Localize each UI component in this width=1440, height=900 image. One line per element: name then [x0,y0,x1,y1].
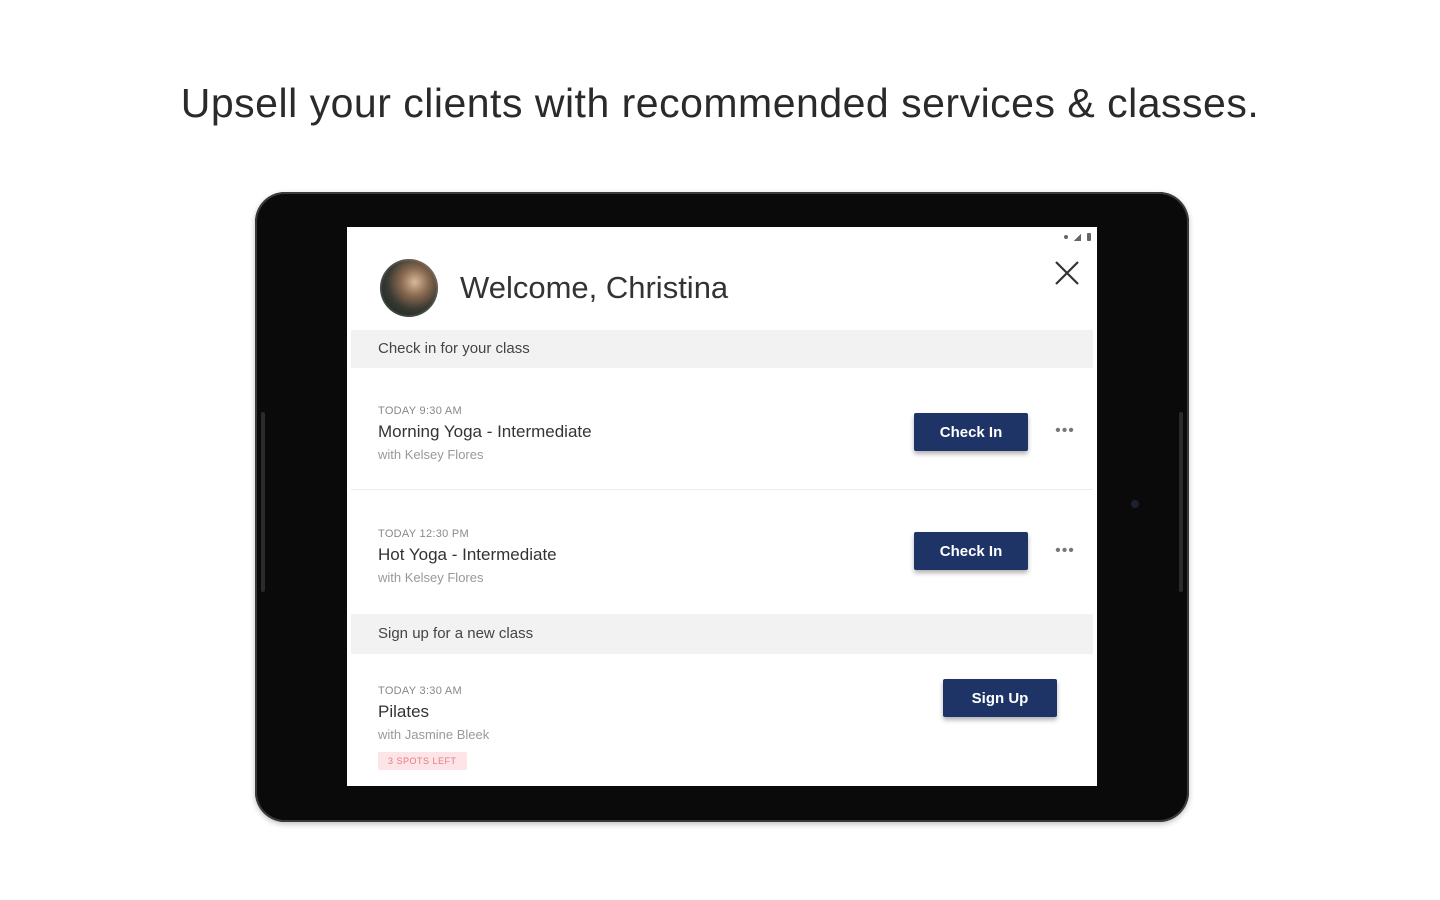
battery-icon [1087,233,1091,241]
class-item-morning-yoga: TODAY 9:30 AM Morning Yoga - Intermediat… [378,405,592,462]
class-time: TODAY 12:30 PM [378,528,470,540]
class-name: Morning Yoga - Intermediate [378,422,592,441]
status-dot-icon [1064,235,1068,239]
avatar[interactable] [380,259,438,317]
camera-dot [1131,500,1139,508]
close-button[interactable] [1051,257,1083,289]
section-header-check-in: Check in for your class [351,330,1093,368]
check-in-button[interactable]: Check In [914,532,1028,570]
class-name: Pilates [378,702,430,721]
class-time: TODAY 3:30 AM [378,685,462,697]
section-header-sign-up: Sign up for a new class [351,614,1093,654]
class-instructor: with Kelsey Flores [378,570,484,585]
more-options-icon[interactable]: ••• [1053,423,1077,445]
class-time: TODAY 9:30 AM [378,405,462,417]
class-instructor: with Jasmine Bleek [378,727,490,742]
welcome-header: Welcome, Christina [380,259,728,317]
class-name: Hot Yoga - Intermediate [378,545,557,564]
tablet-side-edge-right [1179,412,1183,592]
sign-up-button[interactable]: Sign Up [943,679,1057,717]
status-bar [1064,231,1091,243]
tablet-frame: Welcome, Christina Check in for your cla… [255,192,1189,822]
signal-icon [1074,233,1081,241]
tablet-side-edge-left [261,412,265,592]
check-in-button[interactable]: Check In [914,413,1028,451]
class-instructor: with Kelsey Flores [378,447,484,462]
divider [351,489,1093,490]
welcome-title: Welcome, Christina [460,270,729,305]
close-icon [1055,261,1079,285]
headline: Upsell your clients with recommended ser… [180,80,1260,126]
class-item-hot-yoga: TODAY 12:30 PM Hot Yoga - Intermediate w… [378,528,557,585]
tablet-screen: Welcome, Christina Check in for your cla… [347,227,1097,786]
class-item-pilates: TODAY 3:30 AM Pilates with Jasmine Bleek… [378,685,489,770]
spots-left-badge: 3 SPOTS LEFT [378,752,467,770]
more-options-icon[interactable]: ••• [1053,543,1077,565]
